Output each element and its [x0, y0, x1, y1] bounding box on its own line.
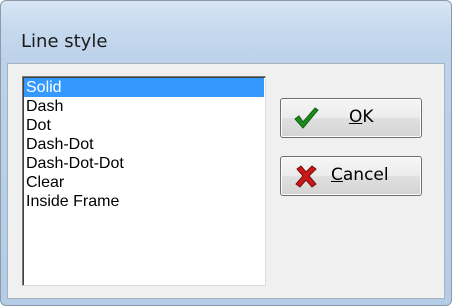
ok-mnemonic: O [349, 107, 363, 127]
line-style-listbox[interactable]: Solid Dash Dot Dash-Dot Dash-Dot-Dot Cle… [22, 76, 266, 286]
ok-button-label: OK [349, 107, 374, 127]
cancel-button-label: Cancel [331, 165, 389, 185]
ok-label-rest: K [362, 107, 374, 127]
list-item-dash-dot-dot[interactable]: Dash-Dot-Dot [24, 154, 264, 173]
cancel-label-rest: ancel [342, 165, 389, 185]
dialog-title: Line style [21, 31, 108, 52]
list-item-inside-frame[interactable]: Inside Frame [24, 192, 264, 211]
list-item-dot[interactable]: Dot [24, 116, 264, 135]
list-item-clear[interactable]: Clear [24, 173, 264, 192]
x-icon [295, 165, 317, 188]
list-item-dash[interactable]: Dash [24, 97, 264, 116]
dialog-client-area: Solid Dash Dot Dash-Dot Dash-Dot-Dot Cle… [7, 63, 445, 299]
list-item-dash-dot[interactable]: Dash-Dot [24, 135, 264, 154]
list-item-solid[interactable]: Solid [24, 78, 264, 97]
cancel-mnemonic: C [331, 165, 343, 185]
check-icon [294, 107, 319, 129]
ok-button[interactable]: OK [280, 98, 422, 138]
cancel-button[interactable]: Cancel [280, 156, 422, 196]
line-style-dialog: Line style Solid Dash Dot Dash-Dot Dash-… [0, 0, 452, 306]
